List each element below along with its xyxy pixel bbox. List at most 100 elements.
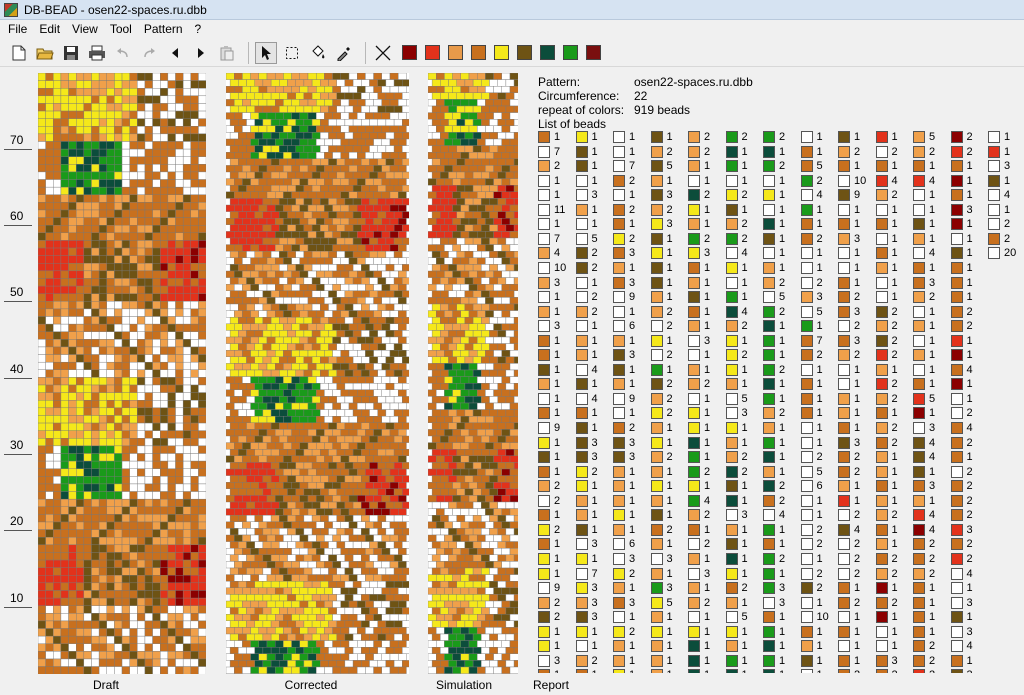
palette-swatch-7[interactable] xyxy=(540,45,555,60)
bead-swatch xyxy=(800,247,813,260)
bead-count: 3 xyxy=(629,596,636,609)
bead-swatch xyxy=(950,436,963,449)
new-button[interactable] xyxy=(8,42,30,64)
bead-count: 2 xyxy=(704,596,711,609)
draft-grid[interactable] xyxy=(38,73,206,674)
bead-swatch xyxy=(613,247,625,260)
bead-count: 1 xyxy=(591,276,598,289)
draft-panel[interactable] xyxy=(38,73,206,674)
bead-swatch xyxy=(875,451,888,464)
bead-count: 1 xyxy=(816,320,823,333)
bead-swatch xyxy=(875,611,888,624)
bead-count: 1 xyxy=(779,320,786,333)
menu-file[interactable]: File xyxy=(2,20,33,39)
repeat-value: 919 beads xyxy=(634,103,691,117)
bead-swatch xyxy=(725,494,738,507)
bead-count: 1 xyxy=(891,582,898,595)
bead-swatch xyxy=(688,451,700,464)
palette-swatch-8[interactable] xyxy=(563,45,578,60)
simulation-panel[interactable] xyxy=(428,73,518,674)
simulation-grid[interactable] xyxy=(428,73,518,674)
clear-color-button[interactable] xyxy=(372,42,394,64)
bead-entry: 2 xyxy=(950,538,1009,551)
bead-entry: 1 xyxy=(950,611,1009,624)
menu-view[interactable]: View xyxy=(66,20,104,39)
bead-swatch xyxy=(838,276,850,289)
menu-edit[interactable]: Edit xyxy=(33,20,66,39)
bead-count: 2 xyxy=(779,131,786,143)
window-title: DB-BEAD - osen22-spaces.ru.dbb xyxy=(24,2,207,17)
bead-swatch xyxy=(763,189,775,202)
menu-tool[interactable]: Tool xyxy=(104,20,138,39)
palette-swatch-1[interactable] xyxy=(402,45,417,60)
bead-count: 1 xyxy=(704,480,711,493)
bead-swatch xyxy=(763,509,775,522)
bead-swatch xyxy=(763,320,775,333)
eyedropper-tool[interactable] xyxy=(333,42,355,64)
bead-swatch xyxy=(875,567,888,580)
bead-count: 3 xyxy=(741,509,748,522)
next-button[interactable] xyxy=(190,42,212,64)
bead-count: 9 xyxy=(629,392,636,405)
bead-count: 2 xyxy=(779,407,786,420)
select-tool[interactable] xyxy=(281,42,303,64)
palette-swatch-9[interactable] xyxy=(586,45,601,60)
bead-count: 1 xyxy=(816,422,823,434)
save-button[interactable] xyxy=(60,42,82,64)
menu-help[interactable]: ? xyxy=(189,20,208,39)
bead-swatch xyxy=(800,218,813,231)
bead-swatch xyxy=(950,480,963,493)
bead-count: 5 xyxy=(591,232,598,245)
palette-swatch-5[interactable] xyxy=(494,45,509,60)
report-circumference: Circumference: 22 xyxy=(538,89,647,103)
palette-swatch-2[interactable] xyxy=(425,45,440,60)
bead-count: 2 xyxy=(854,349,861,362)
bead-count: 1 xyxy=(779,378,786,391)
corrected-grid[interactable] xyxy=(226,73,409,674)
bead-swatch xyxy=(800,422,813,434)
bead-swatch xyxy=(800,363,813,376)
bead-swatch xyxy=(950,625,963,638)
bead-count: 3 xyxy=(591,189,598,202)
bead-count: 1 xyxy=(591,552,598,565)
ruler-label: 50 xyxy=(10,285,24,299)
paste-button[interactable] xyxy=(216,42,238,64)
pointer-tool[interactable] xyxy=(255,41,277,64)
bead-count: 3 xyxy=(966,203,973,216)
bead-entry: 4 xyxy=(950,363,1009,377)
bead-count: 1 xyxy=(666,494,673,507)
fill-tool[interactable] xyxy=(307,42,329,64)
bead-swatch xyxy=(650,596,663,609)
bead-swatch xyxy=(950,611,963,624)
palette-swatch-4[interactable] xyxy=(471,45,486,60)
bead-swatch xyxy=(688,131,700,143)
bead-swatch xyxy=(913,349,925,362)
bead-swatch xyxy=(763,669,775,673)
bead-count: 1 xyxy=(554,131,561,143)
bead-swatch xyxy=(838,436,850,449)
previous-button[interactable] xyxy=(164,42,186,64)
corrected-panel[interactable] xyxy=(226,73,409,674)
undo-button[interactable] xyxy=(112,42,134,64)
bead-count: 2 xyxy=(854,538,861,551)
bead-count: 2 xyxy=(741,320,748,333)
bead-swatch xyxy=(688,160,700,173)
menu-pattern[interactable]: Pattern xyxy=(138,20,189,39)
open-button[interactable] xyxy=(34,42,56,64)
redo-button[interactable] xyxy=(138,42,160,64)
bead-swatch xyxy=(800,160,813,173)
bead-swatch xyxy=(613,378,625,391)
bead-swatch xyxy=(988,203,1000,216)
palette-swatch-6[interactable] xyxy=(517,45,532,60)
bead-count: 1 xyxy=(704,640,711,653)
bead-count: 1 xyxy=(891,640,898,653)
bead-swatch xyxy=(688,203,700,216)
bead-count: 9 xyxy=(554,582,561,595)
bead-count: 1 xyxy=(666,232,673,245)
bead-entry: 1 xyxy=(988,203,1018,217)
bead-count: 3 xyxy=(704,247,711,260)
bead-swatch xyxy=(725,305,738,318)
print-button[interactable] xyxy=(86,42,108,64)
palette-swatch-3[interactable] xyxy=(448,45,463,60)
bead-swatch xyxy=(575,451,588,464)
